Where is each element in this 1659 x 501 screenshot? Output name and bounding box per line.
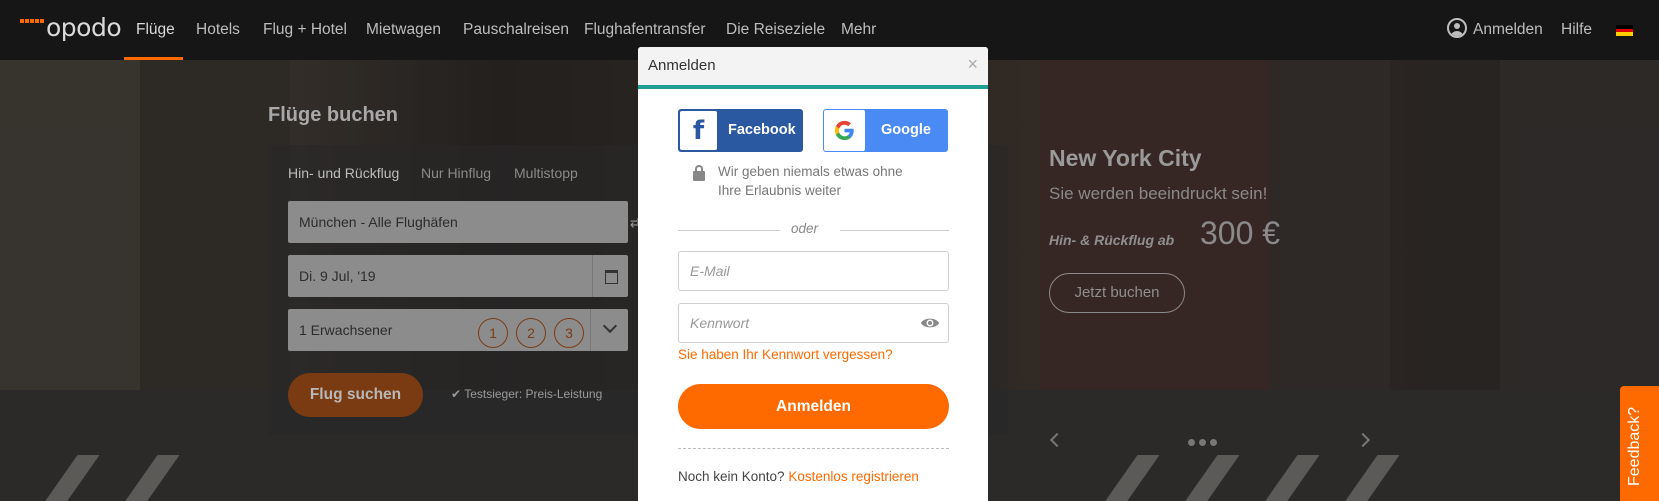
- origin-value: München - Alle Flughäfen: [299, 214, 458, 230]
- feedback-label: Feedback?: [1626, 406, 1643, 486]
- facebook-icon: f: [680, 111, 717, 150]
- email-placeholder: E-Mail: [690, 263, 730, 279]
- no-account-text: Noch kein Konto?: [678, 469, 785, 484]
- close-icon[interactable]: ×: [967, 54, 978, 74]
- trip-type-multistop[interactable]: Multistopp: [514, 165, 578, 181]
- dashed-divider: [678, 448, 949, 449]
- carousel-dots: [1188, 439, 1217, 446]
- check-icon: ✔: [451, 387, 462, 401]
- testsieger-badge: ✔ Testsieger: Preis-Leistung: [451, 387, 603, 401]
- nav-item-reiseziele[interactable]: Die Reiseziele: [726, 18, 825, 42]
- modal-accent-bar: [638, 85, 988, 89]
- chevron-down-icon[interactable]: [590, 309, 628, 351]
- register-link[interactable]: Kostenlos registrieren: [788, 469, 919, 484]
- book-now-button[interactable]: Jetzt buchen: [1049, 273, 1185, 313]
- nav-item-mehr[interactable]: Mehr: [841, 18, 876, 42]
- logo-dots: [20, 19, 44, 23]
- divider-line: [678, 230, 780, 231]
- passenger-field[interactable]: 1 Erwachsener 1 2 3: [288, 309, 628, 351]
- or-divider: oder: [791, 221, 819, 236]
- modal-header: Anmelden ×: [638, 47, 988, 85]
- nav-item-hotels[interactable]: Hotels: [196, 18, 240, 42]
- password-placeholder: Kennwort: [690, 315, 750, 331]
- carousel-dot[interactable]: [1210, 439, 1217, 446]
- facebook-label: Facebook: [728, 122, 796, 138]
- germany-flag-icon[interactable]: [1616, 25, 1633, 37]
- passenger-value: 1 Erwachsener: [299, 322, 393, 338]
- carousel-dot[interactable]: [1199, 439, 1206, 446]
- google-login-button[interactable]: Google: [823, 109, 948, 152]
- nav-login-link[interactable]: Anmelden: [1473, 18, 1543, 42]
- promo-subtitle: Sie werden beeindruckt sein!: [1049, 184, 1268, 203]
- register-prompt: Noch kein Konto? Kostenlos registrieren: [678, 469, 919, 484]
- facebook-login-button[interactable]: f Facebook: [678, 109, 803, 152]
- google-label: Google: [881, 122, 931, 138]
- forgot-password-link[interactable]: Sie haben Ihr Kennwort vergessen?: [678, 347, 893, 362]
- email-field[interactable]: E-Mail: [678, 251, 949, 291]
- user-icon[interactable]: [1447, 18, 1467, 38]
- passenger-option[interactable]: 1: [478, 318, 508, 348]
- privacy-note: Wir geben niemals etwas ohne Ihre Erlaub…: [718, 164, 903, 198]
- trip-type-roundtrip[interactable]: Hin- und Rückflug: [288, 165, 399, 181]
- search-title: Flüge buchen: [268, 104, 398, 126]
- opodo-logo[interactable]: opodo: [20, 13, 122, 44]
- eye-icon[interactable]: [920, 314, 940, 332]
- date-field[interactable]: Di. 9 Jul, '19: [288, 255, 628, 297]
- nav-help-link[interactable]: Hilfe: [1561, 18, 1592, 42]
- nav-item-flug-hotel[interactable]: Flug + Hotel: [263, 18, 347, 42]
- search-flights-button[interactable]: Flug suchen: [288, 373, 423, 417]
- promo-city: New York City: [1049, 145, 1202, 171]
- origin-field[interactable]: München - Alle Flughäfen: [288, 201, 628, 243]
- date-value: Di. 9 Jul, '19: [299, 268, 376, 284]
- promo-price: 300 €: [1200, 215, 1281, 251]
- nav-item-flughafentransfer[interactable]: Flughafentransfer: [584, 18, 706, 42]
- google-icon: [824, 110, 865, 151]
- logo-text: opodo: [46, 13, 122, 42]
- promo-from-label: Hin- & Rückflug ab: [1049, 232, 1175, 248]
- trip-type-oneway[interactable]: Nur Hinflug: [421, 165, 491, 181]
- carousel-dot[interactable]: [1188, 439, 1195, 446]
- password-field[interactable]: Kennwort: [678, 303, 949, 343]
- login-button[interactable]: Anmelden: [678, 384, 949, 429]
- nav-item-fluege[interactable]: Flüge: [136, 18, 175, 42]
- login-modal: Anmelden × f Facebook Google Wir geben n…: [638, 47, 988, 501]
- calendar-icon[interactable]: [592, 255, 628, 297]
- feedback-tab[interactable]: Feedback?: [1620, 386, 1659, 501]
- passenger-option[interactable]: 2: [516, 318, 546, 348]
- nav-item-pauschalreisen[interactable]: Pauschalreisen: [463, 18, 569, 42]
- modal-title: Anmelden: [648, 57, 716, 74]
- divider-line: [840, 230, 949, 231]
- lock-icon: [693, 165, 705, 181]
- nav-item-mietwagen[interactable]: Mietwagen: [366, 18, 441, 42]
- passenger-option[interactable]: 3: [554, 318, 584, 348]
